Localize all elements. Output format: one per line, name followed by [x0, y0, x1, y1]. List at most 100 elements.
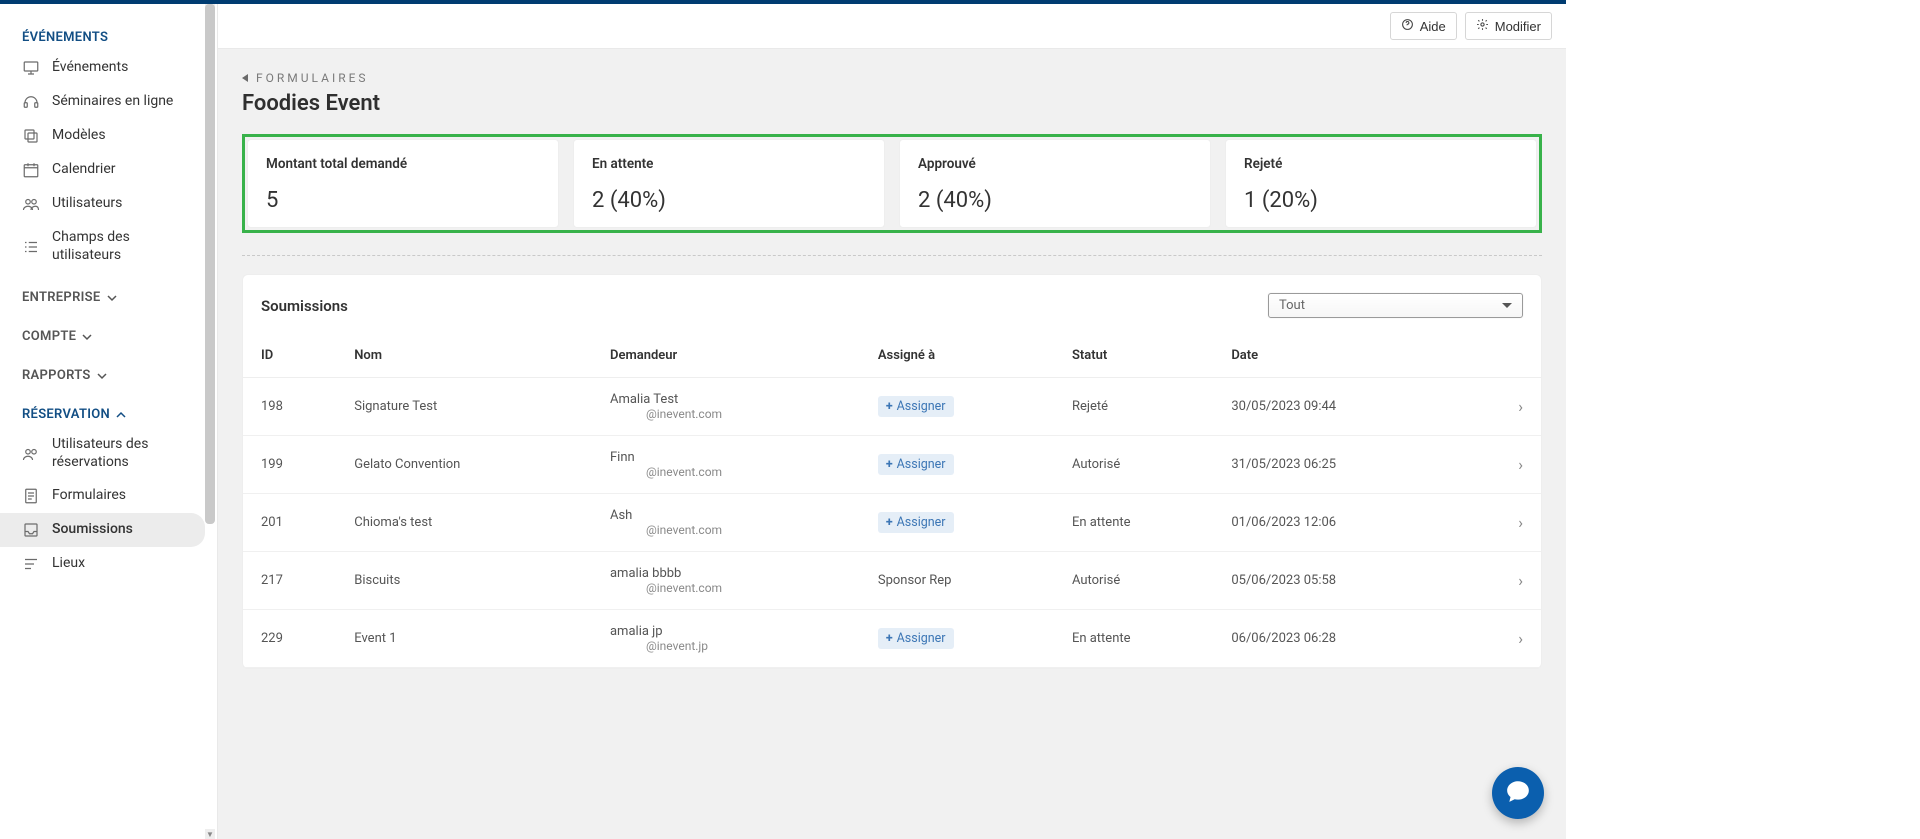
scroll-thumb[interactable]	[205, 4, 215, 524]
cell-id: 229	[243, 610, 344, 668]
requester-name: amalia jp	[610, 624, 663, 639]
chevron-right-icon: ›	[1518, 455, 1523, 474]
chevron-down-icon	[97, 371, 107, 381]
cell-status: En attente	[1062, 610, 1221, 668]
cell-date: 31/05/2023 06:25	[1221, 436, 1474, 494]
table-row[interactable]: 199Gelato ConventionFinn@inevent.com+Ass…	[243, 436, 1541, 494]
cell-action[interactable]: ›	[1474, 552, 1541, 610]
cell-assigned: +Assigner	[868, 610, 1062, 668]
cell-date: 06/06/2023 06:28	[1221, 610, 1474, 668]
col-assigned: Assigné à	[868, 334, 1062, 378]
assign-label: Assigner	[897, 399, 946, 414]
stat-total: Montant total demandé 5	[247, 139, 559, 228]
stat-label: En attente	[592, 156, 866, 172]
cell-requester: amalia bbbb@inevent.com	[600, 552, 868, 610]
sidebar-section-account-label: COMPTE	[22, 329, 76, 344]
scroll-down-icon[interactable]: ▼	[205, 829, 215, 839]
stat-label: Rejeté	[1244, 156, 1518, 172]
cell-assigned: Sponsor Rep	[868, 552, 1062, 610]
sidebar-item-users[interactable]: Utilisateurs	[0, 187, 205, 221]
sidebar-item-label: Lieux	[52, 555, 183, 573]
col-name: Nom	[344, 334, 600, 378]
sidebar-item-events[interactable]: Événements	[0, 51, 205, 85]
users-icon	[22, 445, 40, 463]
sidebar-item-webinars[interactable]: Séminaires en ligne	[0, 85, 205, 119]
page-title: Foodies Event	[242, 91, 1542, 116]
filter-select[interactable]: Tout	[1268, 293, 1523, 318]
headset-icon	[22, 93, 40, 111]
cell-id: 201	[243, 494, 344, 552]
plus-icon: +	[886, 515, 893, 530]
sidebar-item-forms[interactable]: Formulaires	[0, 479, 205, 513]
plus-icon: +	[886, 399, 893, 414]
chat-fab[interactable]	[1492, 767, 1544, 819]
col-action	[1474, 334, 1541, 378]
main-area: Aide Modifier FORMULAIRES Foodies Event …	[218, 4, 1566, 839]
list-icon	[22, 238, 40, 256]
sidebar-section-account[interactable]: COMPTE	[0, 311, 217, 350]
breadcrumb-label: FORMULAIRES	[256, 71, 369, 85]
cell-requester: Finn@inevent.com	[600, 436, 868, 494]
assign-button[interactable]: + Assigner	[878, 396, 954, 417]
sidebar-item-booking-users[interactable]: Utilisateurs des réservations	[0, 428, 205, 479]
cell-action[interactable]: ›	[1474, 494, 1541, 552]
assign-button[interactable]: +Assigner	[878, 454, 954, 475]
cell-name: Signature Test	[344, 378, 600, 436]
monitor-icon	[22, 59, 40, 77]
help-button[interactable]: Aide	[1390, 12, 1457, 40]
cell-assigned: +Assigner	[868, 436, 1062, 494]
stat-approved: Approuvé 2 (40%)	[899, 139, 1211, 228]
sidebar-section-events[interactable]: ÉVÉNEMENTS	[0, 12, 217, 51]
table-row[interactable]: 229Event 1amalia jp@inevent.jp+AssignerE…	[243, 610, 1541, 668]
divider	[242, 255, 1542, 256]
sidebar-item-label: Utilisateurs des réservations	[52, 436, 183, 471]
table-row[interactable]: 217Biscuitsamalia bbbb@inevent.comSponso…	[243, 552, 1541, 610]
requester-name: Ash	[610, 508, 632, 523]
assign-button[interactable]: +Assigner	[878, 628, 954, 649]
assign-button[interactable]: +Assigner	[878, 512, 954, 533]
cell-status: Autorisé	[1062, 552, 1221, 610]
cell-status: Autorisé	[1062, 436, 1221, 494]
stats-row: Montant total demandé 5 En attente 2 (40…	[242, 134, 1542, 233]
chevron-down-icon	[82, 332, 92, 342]
filter-select-label: Tout	[1279, 298, 1305, 313]
cell-id: 217	[243, 552, 344, 610]
cell-action[interactable]: ›	[1474, 378, 1541, 436]
sidebar: ▲ ▼ ÉVÉNEMENTS Événements Séminaires en …	[0, 4, 218, 839]
breadcrumb[interactable]: FORMULAIRES	[242, 71, 1542, 85]
sidebar-section-reports-label: RAPPORTS	[22, 368, 91, 383]
chevron-right-icon: ›	[1518, 629, 1523, 648]
requester-name: amalia bbbb	[610, 566, 681, 581]
cell-status: En attente	[1062, 494, 1221, 552]
stat-value: 2 (40%)	[592, 188, 866, 213]
sidebar-item-places[interactable]: Lieux	[0, 547, 205, 581]
stat-pending: En attente 2 (40%)	[573, 139, 885, 228]
requester-email: @inevent.com	[610, 523, 858, 537]
sidebar-section-booking[interactable]: RÉSERVATION	[0, 389, 217, 428]
sidebar-section-reports[interactable]: RAPPORTS	[0, 350, 217, 389]
col-id: ID	[243, 334, 344, 378]
copy-icon	[22, 127, 40, 145]
sidebar-item-label: Modèles	[52, 127, 183, 145]
cell-requester: Amalia Test@inevent.com	[600, 378, 868, 436]
table-row[interactable]: 201Chioma's testAsh@inevent.com+Assigner…	[243, 494, 1541, 552]
sidebar-item-templates[interactable]: Modèles	[0, 119, 205, 153]
chevron-up-icon	[116, 410, 126, 420]
sidebar-item-calendar[interactable]: Calendrier	[0, 153, 205, 187]
modify-button[interactable]: Modifier	[1465, 12, 1552, 40]
cell-action[interactable]: ›	[1474, 610, 1541, 668]
requester-name: Amalia Test	[610, 392, 678, 407]
cell-name: Gelato Convention	[344, 436, 600, 494]
table-row[interactable]: 198Signature TestAmalia Test@inevent.com…	[243, 378, 1541, 436]
sidebar-section-company[interactable]: ENTREPRISE	[0, 272, 217, 311]
sidebar-item-submissions[interactable]: Soumissions	[0, 513, 205, 547]
caret-left-icon	[242, 74, 248, 82]
cell-action[interactable]: ›	[1474, 436, 1541, 494]
col-requester: Demandeur	[600, 334, 868, 378]
stat-rejected: Rejeté 1 (20%)	[1225, 139, 1537, 228]
sidebar-scrollbar[interactable]: ▲ ▼	[205, 4, 215, 839]
location-icon	[22, 555, 40, 573]
stat-value: 5	[266, 188, 540, 213]
submissions-panel: Soumissions Tout ID Nom Demandeur Assign…	[242, 274, 1542, 669]
sidebar-item-user-fields[interactable]: Champs des utilisateurs	[0, 221, 205, 272]
